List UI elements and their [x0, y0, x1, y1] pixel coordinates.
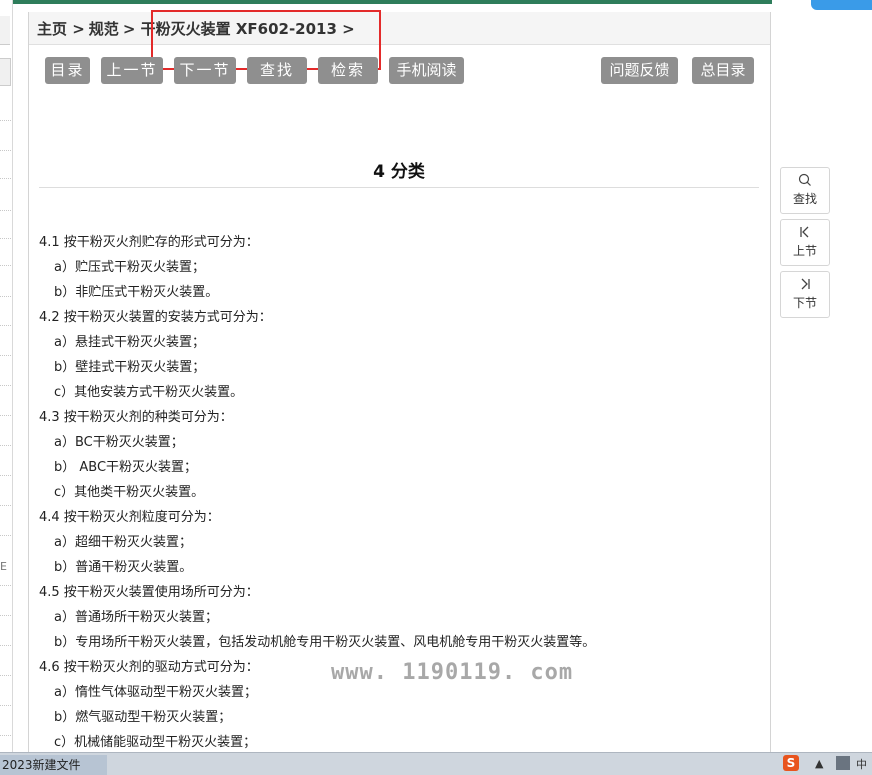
sidebar-item[interactable] [0, 385, 11, 387]
sidebar-item[interactable] [0, 325, 11, 327]
clause-heading: 4.3 按干粉灭火剂的种类可分为： [39, 410, 233, 425]
sidebar-item[interactable] [0, 296, 11, 298]
toc-button[interactable]: 目录 [45, 57, 90, 84]
sidebar-item[interactable] [0, 355, 11, 357]
sidebar-text-fragment: E [0, 560, 7, 573]
sidebar-item[interactable] [0, 238, 11, 240]
sidebar-item[interactable] [0, 445, 11, 447]
list-item: a）超细干粉灭火装置； [54, 535, 192, 550]
left-sidebar: E [0, 0, 13, 752]
float-prev-button[interactable]: 上节 [780, 219, 830, 266]
sidebar-item[interactable] [0, 705, 11, 707]
network-icon[interactable] [836, 756, 850, 770]
list-item: b）专用场所干粉灭火装置，包括发动机舱专用干粉灭火装置、风电机舱专用干粉灭火装置… [54, 635, 596, 650]
sidebar-item[interactable] [0, 210, 11, 212]
tray-arrow-icon[interactable]: ▲ [815, 757, 823, 770]
list-item: b）普通干粉灭火装置。 [54, 560, 193, 575]
mobile-read-button[interactable]: 手机阅读 [389, 57, 464, 84]
sidebar-item[interactable] [0, 535, 11, 537]
document-panel: 主页 > 规范 > 干粉灭火装置 XF602-2013 > 目录 上一节 下一节 查… [28, 10, 771, 752]
list-item: a）普通场所干粉灭火装置； [54, 610, 218, 625]
list-item: a）悬挂式干粉灭火装置； [54, 335, 205, 350]
top-right-widget[interactable] [811, 0, 872, 10]
sidebar-item[interactable] [0, 178, 11, 180]
list-item: b）燃气驱动型干粉灭火装置； [54, 710, 232, 725]
breadcrumb-home[interactable]: 主页 > [37, 20, 85, 38]
ime-icon[interactable]: S [783, 755, 799, 771]
clause-heading: 4.4 按干粉灭火剂粒度可分为： [39, 510, 220, 525]
float-find-label: 查找 [792, 192, 817, 206]
taskbar: 2023新建文件 S ▲ 中 [0, 752, 872, 775]
clause-heading: 4.2 按干粉灭火装置的安装方式可分为： [39, 310, 272, 325]
skip-forward-icon [781, 277, 829, 292]
list-item: a）贮压式干粉灭火装置； [54, 260, 205, 275]
skip-back-icon [781, 225, 829, 240]
watermark: www. 1190119. com [331, 660, 574, 685]
sidebar-item[interactable] [0, 505, 11, 507]
sidebar-item[interactable] [0, 415, 11, 417]
sidebar-item[interactable] [0, 675, 11, 677]
breadcrumb-spec[interactable]: 规范 [89, 20, 119, 38]
list-item: a）BC干粉灭火装置； [54, 435, 184, 450]
sidebar-item[interactable] [0, 585, 11, 587]
search-button[interactable]: 检索 [318, 57, 378, 84]
sidebar-item[interactable] [0, 475, 11, 477]
float-prev-label: 上节 [792, 244, 817, 258]
float-find-button[interactable]: 查找 [780, 167, 830, 214]
title-divider [39, 187, 759, 188]
sidebar-item[interactable] [0, 645, 11, 647]
main-toc-button[interactable]: 总目录 [692, 57, 754, 84]
list-item: c）其他安装方式干粉灭火装置。 [54, 385, 244, 400]
sidebar-item[interactable] [0, 150, 11, 152]
sidebar-item[interactable] [0, 615, 11, 617]
list-item: b）非贮压式干粉灭火装置。 [54, 285, 219, 300]
float-next-button[interactable]: 下节 [780, 271, 830, 318]
search-icon [781, 173, 829, 188]
clause-heading: 4.1 按干粉灭火剂贮存的形式可分为： [39, 235, 259, 250]
sidebar-item[interactable] [0, 120, 11, 122]
breadcrumb-bar: 主页 > 规范 > 干粉灭火装置 XF602-2013 > [29, 12, 770, 45]
taskbar-item[interactable]: 2023新建文件 [0, 755, 107, 775]
sidebar-search-box[interactable] [0, 58, 11, 86]
tray-text: 中 [856, 758, 867, 771]
next-section-button[interactable]: 下一节 [174, 57, 236, 84]
sidebar-header [0, 16, 10, 45]
toolbar: 目录 上一节 下一节 查找 检索 手机阅读 问题反馈 总目录 [29, 57, 770, 85]
find-button[interactable]: 查找 [247, 57, 307, 84]
section-title: 4 分类 [373, 162, 425, 182]
prev-section-button[interactable]: 上一节 [101, 57, 163, 84]
top-accent-bar [0, 0, 772, 4]
sidebar-item[interactable] [0, 735, 11, 737]
list-item: c）其他类干粉灭火装置。 [54, 485, 205, 500]
feedback-button[interactable]: 问题反馈 [601, 57, 678, 84]
list-item: b） ABC干粉灭火装置； [54, 460, 198, 475]
sidebar-item[interactable] [0, 265, 11, 267]
clause-heading: 4.5 按干粉灭火装置使用场所可分为： [39, 585, 259, 600]
list-item: b）壁挂式干粉灭火装置； [54, 360, 206, 375]
float-next-label: 下节 [792, 296, 817, 310]
